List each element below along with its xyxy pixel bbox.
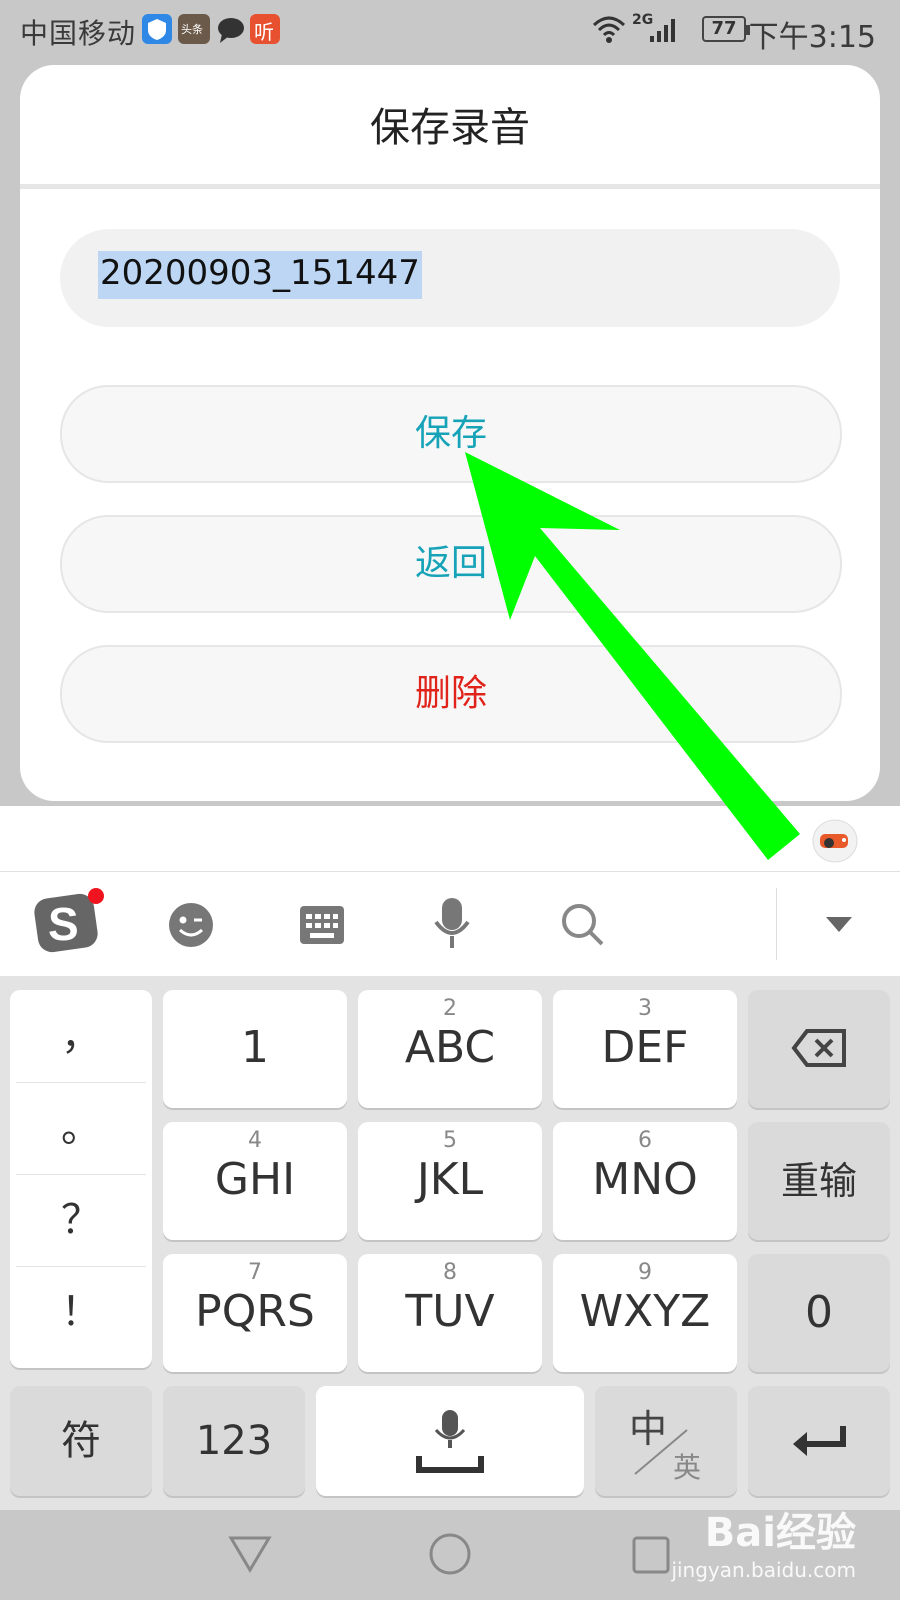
annotation-arrow [465, 452, 800, 860]
